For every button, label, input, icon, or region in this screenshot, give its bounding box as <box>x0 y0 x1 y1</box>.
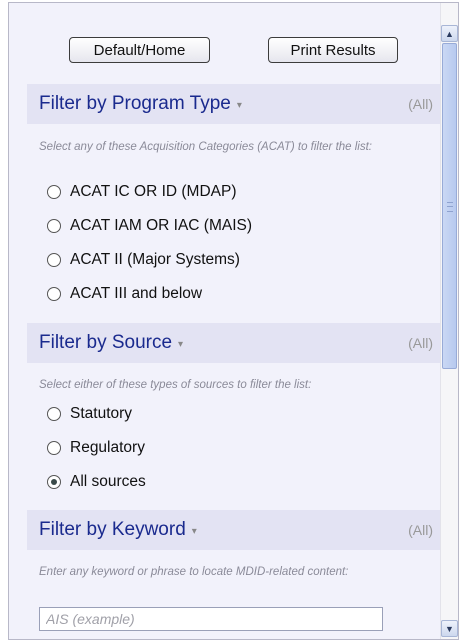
radio-icon[interactable] <box>47 185 61 199</box>
scroll-down-arrow-icon[interactable]: ▼ <box>441 620 458 637</box>
radio-icon[interactable] <box>47 219 61 233</box>
program-type-hint: Select any of these Acquisition Categori… <box>39 141 373 153</box>
source-header[interactable]: Filter by Source ▾ (All) <box>27 323 443 363</box>
keyword-header[interactable]: Filter by Keyword ▾ (All) <box>27 510 443 550</box>
program-type-dropdown-icon[interactable]: ▾ <box>237 100 242 111</box>
source-hint: Select either of these types of sources … <box>39 379 312 391</box>
source-option-regulatory[interactable]: Regulatory <box>47 436 145 460</box>
radio-checked-icon[interactable] <box>47 475 61 489</box>
scrollbar-grip-icon <box>447 202 453 212</box>
source-title[interactable]: Filter by Source <box>39 332 172 354</box>
scrollbar-thumb[interactable] <box>442 43 457 369</box>
option-label: ACAT II (Major Systems) <box>70 251 240 268</box>
program-type-header[interactable]: Filter by Program Type ▾ (All) <box>27 84 443 124</box>
program-type-status: (All) <box>408 96 433 112</box>
program-type-option-acat-iam-iac[interactable]: ACAT IAM OR IAC (MAIS) <box>47 214 252 238</box>
source-dropdown-icon[interactable]: ▾ <box>178 339 183 350</box>
radio-icon[interactable] <box>47 253 61 267</box>
vertical-scrollbar[interactable]: ▲ ▼ <box>440 3 458 639</box>
filter-panel: Default/Home Print Results Filter by Pro… <box>8 2 459 640</box>
keyword-status: (All) <box>408 522 433 538</box>
radio-icon[interactable] <box>47 441 61 455</box>
keyword-title[interactable]: Filter by Keyword <box>39 519 186 541</box>
option-label: ACAT IAM OR IAC (MAIS) <box>70 217 252 234</box>
option-label: ACAT IC OR ID (MDAP) <box>70 183 237 200</box>
keyword-dropdown-icon[interactable]: ▾ <box>192 526 197 537</box>
program-type-title[interactable]: Filter by Program Type <box>39 93 231 115</box>
radio-icon[interactable] <box>47 287 61 301</box>
print-results-button[interactable]: Print Results <box>268 37 398 63</box>
option-label: ACAT III and below <box>70 285 203 302</box>
source-option-statutory[interactable]: Statutory <box>47 402 132 426</box>
program-type-option-acat-ii[interactable]: ACAT II (Major Systems) <box>47 248 240 272</box>
option-label: Regulatory <box>70 439 145 456</box>
option-label: All sources <box>70 473 146 490</box>
program-type-option-acat-ic-id[interactable]: ACAT IC OR ID (MDAP) <box>47 180 237 204</box>
button-row: Default/Home Print Results <box>27 37 443 67</box>
source-status: (All) <box>408 335 433 351</box>
keyword-search-input[interactable] <box>39 607 383 631</box>
default-home-button[interactable]: Default/Home <box>69 37 210 63</box>
program-type-option-acat-iii[interactable]: ACAT III and below <box>47 282 202 306</box>
option-label: Statutory <box>70 405 133 422</box>
radio-icon[interactable] <box>47 407 61 421</box>
filter-panel-content: Default/Home Print Results Filter by Pro… <box>27 3 443 639</box>
scroll-up-arrow-icon[interactable]: ▲ <box>441 25 458 42</box>
source-option-all-sources[interactable]: All sources <box>47 470 146 494</box>
keyword-hint: Enter any keyword or phrase to locate MD… <box>39 566 349 578</box>
